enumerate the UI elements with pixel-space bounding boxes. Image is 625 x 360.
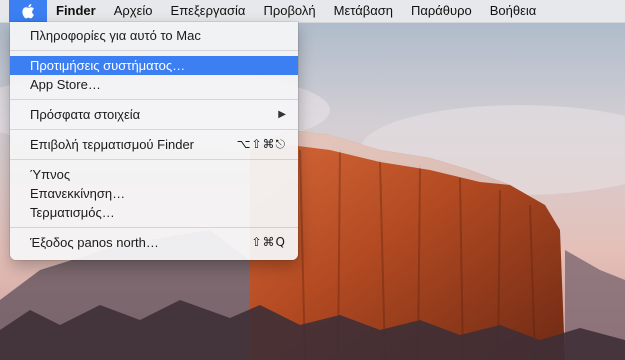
menu-item-label: Πρόσφατα στοιχεία — [30, 107, 141, 122]
menu-item-label: Επανεκκίνηση… — [30, 186, 126, 201]
menu-item-system-preferences[interactable]: Προτιμήσεις συστήματος… — [10, 56, 298, 75]
menu-window[interactable]: Παράθυρο — [402, 0, 481, 22]
menu-item-shut-down[interactable]: Τερματισμός… — [10, 203, 298, 222]
keyboard-shortcut: ⌥⇧⌘⎋ — [236, 137, 286, 151]
apple-logo-icon — [22, 4, 34, 19]
menu-item-force-quit[interactable]: Επιβολή τερματισμού Finder ⌥⇧⌘⎋ — [10, 135, 298, 154]
menu-item-restart[interactable]: Επανεκκίνηση… — [10, 184, 298, 203]
menu-item-label: App Store… — [30, 77, 101, 92]
menu-item-label: Επιβολή τερματισμού Finder — [30, 137, 194, 152]
menu-bar: Finder Αρχείο Επεξεργασία Προβολή Μετάβα… — [0, 0, 625, 23]
menu-item-label: Ύπνος — [30, 167, 71, 182]
menu-item-label: Τερματισμός… — [30, 205, 115, 220]
menu-separator — [10, 50, 298, 51]
apple-menu-dropdown: Πληροφορίες για αυτό το Mac Προτιμήσεις … — [10, 22, 298, 260]
menu-file[interactable]: Αρχείο — [105, 0, 162, 22]
menu-separator — [10, 99, 298, 100]
menu-finder[interactable]: Finder — [47, 0, 105, 22]
menu-item-label: Έξοδος panos north… — [30, 235, 159, 250]
menu-item-label: Προτιμήσεις συστήματος… — [30, 58, 186, 73]
apple-menu-button[interactable] — [9, 0, 47, 22]
keyboard-shortcut: ⇧⌘Q — [251, 235, 286, 249]
menu-separator — [10, 227, 298, 228]
menu-help[interactable]: Βοήθεια — [481, 0, 546, 22]
menu-separator — [10, 129, 298, 130]
menu-view[interactable]: Προβολή — [254, 0, 324, 22]
menu-edit[interactable]: Επεξεργασία — [162, 0, 255, 22]
menu-item-about-this-mac[interactable]: Πληροφορίες για αυτό το Mac — [10, 26, 298, 45]
desktop-screen: Finder Αρχείο Επεξεργασία Προβολή Μετάβα… — [0, 0, 625, 360]
menu-item-sleep[interactable]: Ύπνος — [10, 165, 298, 184]
menu-item-log-out[interactable]: Έξοδος panos north… ⇧⌘Q — [10, 233, 298, 252]
menu-separator — [10, 159, 298, 160]
submenu-arrow-icon: ▶ — [278, 109, 286, 120]
menu-go[interactable]: Μετάβαση — [325, 0, 402, 22]
menu-item-recent-items[interactable]: Πρόσφατα στοιχεία ▶ — [10, 105, 298, 124]
menu-item-app-store[interactable]: App Store… — [10, 75, 298, 94]
menu-item-label: Πληροφορίες για αυτό το Mac — [30, 28, 201, 43]
